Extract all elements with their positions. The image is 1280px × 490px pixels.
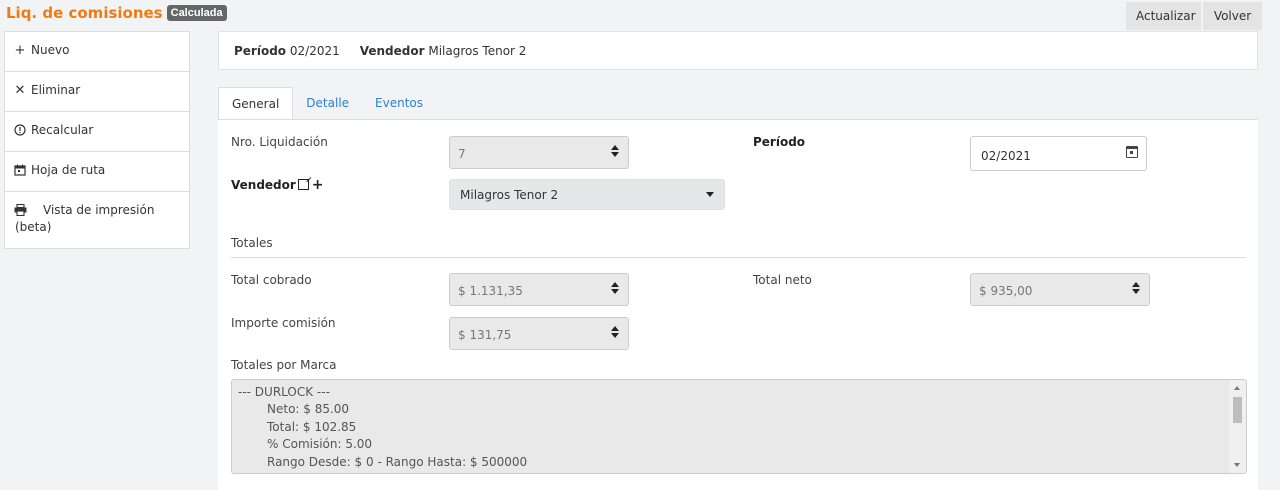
calendar-icon [13,163,27,177]
sidebar-item-route-sheet[interactable]: Hoja de ruta [5,152,189,192]
summary-period: Período 02/2021 [234,44,340,58]
page-title: Liq. de comisiones [6,4,163,22]
vendedor-select[interactable]: Milagros Tenor 2 [449,179,725,210]
plus-icon[interactable]: + [312,177,324,193]
alert-circle-icon [13,123,27,137]
total-cobrado-label: Total cobrado [231,273,312,287]
sidebar-item-print-preview[interactable]: Vista de impresión (beta) [5,192,189,248]
status-badge: Calculada [166,5,227,21]
refresh-button[interactable]: Actualizar [1126,2,1201,30]
top-bar: Liq. de comisiones Calculada Actualizar … [0,0,1280,31]
nro-stepper[interactable] [611,145,619,157]
nro-input[interactable]: 7 [449,136,629,169]
total-cobrado-input[interactable]: $ 1.131,35 [449,273,629,306]
vendedor-value: Milagros Tenor 2 [460,188,559,202]
tab-general[interactable]: General [218,87,294,120]
summary-seller-label: Vendedor [359,43,425,58]
calendar-icon[interactable] [1126,146,1138,158]
summary-period-label: Período [234,43,287,58]
page-title-group: Liq. de comisiones Calculada [6,4,227,22]
total-neto-input[interactable]: $ 935,00 [970,273,1150,306]
close-icon: ✕ [14,82,26,98]
total-neto-stepper[interactable] [1132,282,1140,294]
general-tab-panel: Nro. Liquidación 7 Período 02/2021 Vende… [218,119,1258,490]
totales-marca-textarea[interactable]: --- DURLOCK --- Neto: $ 85.00 Total: $ 1… [231,379,1247,474]
totales-heading: Totales [231,236,273,250]
tab-detail[interactable]: Detalle [293,87,362,120]
back-button[interactable]: Volver [1203,2,1262,30]
external-link-icon[interactable] [297,179,309,190]
periodo-input[interactable]: 02/2021 [970,136,1147,171]
sidebar-item-delete[interactable]: ✕ Eliminar [5,72,189,112]
chevron-down-icon [706,192,714,197]
scroll-thumb[interactable] [1233,397,1242,423]
importe-comision-value: $ 131,75 [458,328,512,342]
tab-events[interactable]: Eventos [362,87,436,120]
brand-line: Neto: $ 85.00 [267,402,350,417]
periodo-label: Período [753,135,806,149]
summary-seller-value: Milagros Tenor 2 [428,43,527,58]
sidebar-item-new[interactable]: + Nuevo [5,32,189,72]
importe-comision-label: Importe comisión [231,316,336,330]
sidebar-item-label: Hoja de ruta [31,163,106,177]
summary-panel: Período 02/2021 Vendedor Milagros Tenor … [218,31,1258,70]
sidebar: + Nuevo ✕ Eliminar Recalcular Hoja de ru… [4,31,190,249]
brand-line: Total: $ 102.85 [267,419,357,434]
vendedor-label: Vendedor [231,178,296,192]
sidebar-item-label: Vista de impresión (beta) [15,203,155,234]
periodo-value: 02/2021 [981,149,1031,163]
sidebar-item-label: Nuevo [31,43,70,57]
importe-comision-stepper[interactable] [611,326,619,338]
scroll-up-icon[interactable] [1234,386,1240,390]
summary-period-value: 02/2021 [289,43,340,58]
sidebar-item-label: Eliminar [31,83,81,97]
divider [231,257,1246,258]
textarea-scrollbar[interactable] [1229,380,1246,473]
vendedor-label-group: Vendedor + [231,177,324,193]
nro-value: 7 [458,147,466,161]
importe-comision-input[interactable]: $ 131,75 [449,317,629,350]
total-cobrado-stepper[interactable] [611,282,619,294]
print-icon [13,203,27,217]
total-cobrado-value: $ 1.131,35 [458,284,523,298]
scroll-down-icon[interactable] [1234,463,1240,467]
tab-bar: General Detalle Eventos [218,87,436,120]
sidebar-item-recalculate[interactable]: Recalcular [5,112,189,152]
summary-seller: Vendedor Milagros Tenor 2 [360,44,527,58]
plus-icon: + [14,42,26,58]
nro-label: Nro. Liquidación [231,135,328,149]
sidebar-item-label: Recalcular [31,123,94,137]
brand-line: % Comisión: 5.00 [267,437,373,452]
total-neto-label: Total neto [753,273,812,287]
brand-line: --- DURLOCK --- [238,385,330,399]
total-neto-value: $ 935,00 [979,284,1033,298]
totales-marca-label: Totales por Marca [231,358,337,372]
brand-line: Rango Desde: $ 0 - Rango Hasta: $ 500000 [267,454,528,469]
